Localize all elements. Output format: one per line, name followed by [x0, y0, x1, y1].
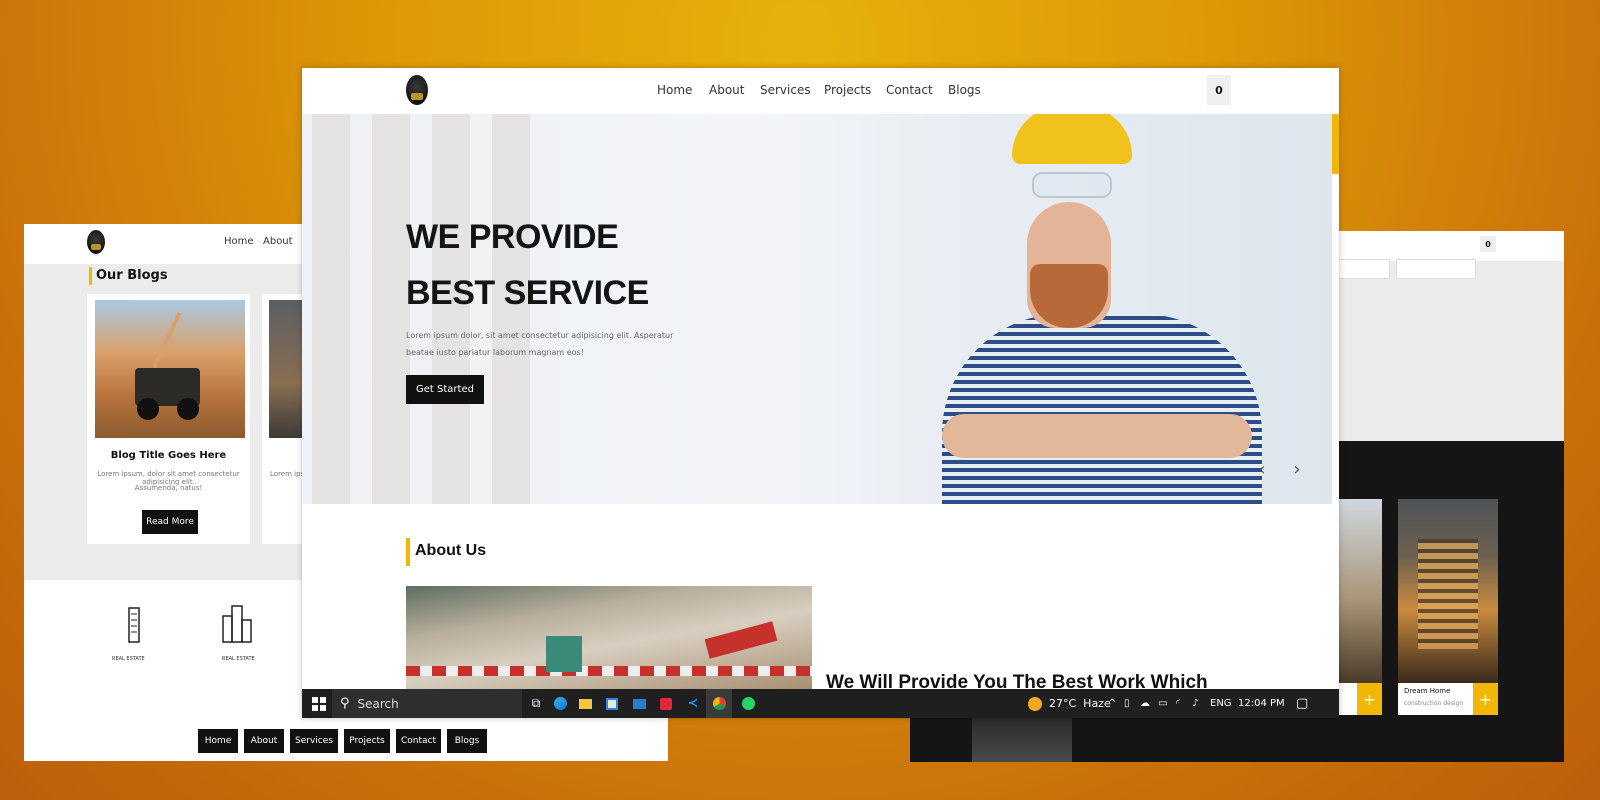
- chevron-right-icon[interactable]: ›: [1282, 454, 1312, 484]
- building-icon: [128, 607, 140, 643]
- partner-logo-city: [219, 602, 255, 652]
- get-started-button[interactable]: Get Started: [406, 375, 484, 404]
- left-nav-about[interactable]: About: [263, 236, 293, 247]
- cloud-icon[interactable]: ☁: [1140, 689, 1150, 718]
- notification-icon[interactable]: ▢: [1296, 689, 1308, 718]
- taskbar-search-box[interactable]: ⚲ Search: [332, 689, 522, 718]
- nav-contact[interactable]: Contact: [886, 83, 933, 97]
- app-red-icon[interactable]: [658, 689, 674, 718]
- nav-services[interactable]: Services: [760, 83, 811, 97]
- footer-nav-home[interactable]: Home: [198, 729, 238, 753]
- blog-card: Blog Title Goes Here Lorem ipsum, dolor …: [87, 294, 250, 544]
- search-icon: ⚲: [340, 696, 350, 711]
- logo-icon[interactable]: [87, 230, 105, 254]
- partner-name: REAL ESTATE: [112, 656, 145, 662]
- battery-icon[interactable]: ▭: [1158, 689, 1167, 718]
- footer-nav-projects[interactable]: Projects: [344, 729, 390, 753]
- mail-icon[interactable]: [631, 689, 647, 718]
- project-caption: Dream Home construction design +: [1398, 683, 1498, 715]
- section-accent-bar: [89, 267, 92, 285]
- nav-blogs[interactable]: Blogs: [948, 83, 981, 97]
- partner-name: REAL ESTATE: [222, 656, 255, 662]
- hero-image-worker: [912, 114, 1262, 504]
- footer-nav-contact[interactable]: Contact: [396, 729, 441, 753]
- file-explorer-icon[interactable]: [577, 689, 593, 718]
- wifi-icon[interactable]: ◜: [1176, 689, 1180, 718]
- device-icon[interactable]: ▯: [1124, 689, 1130, 718]
- main-navbar: Home About Services Projects Contact Blo…: [302, 68, 1339, 114]
- nav-home[interactable]: Home: [657, 83, 692, 97]
- city-icon: [222, 605, 252, 643]
- plus-button[interactable]: +: [1357, 683, 1382, 715]
- hero-title-line1: WE PROVIDE: [406, 218, 619, 256]
- windows-start-icon[interactable]: [308, 689, 330, 718]
- project-image-worker: [972, 718, 1072, 762]
- cart-badge[interactable]: 0: [1207, 75, 1231, 105]
- chevron-left-icon[interactable]: ‹: [1247, 454, 1277, 484]
- service-card: [1396, 259, 1476, 279]
- left-nav-home[interactable]: Home: [224, 236, 254, 247]
- footer-nav-about[interactable]: About: [244, 729, 284, 753]
- whatsapp-icon[interactable]: [740, 689, 756, 718]
- weather-icon[interactable]: [1026, 689, 1044, 718]
- blog-title: Blog Title Goes Here: [110, 450, 227, 461]
- store-icon[interactable]: [604, 689, 620, 718]
- project-subtitle: construction design: [1404, 700, 1464, 707]
- taskbar-clock[interactable]: 12:04 PM: [1238, 689, 1285, 718]
- about-title: About Us: [415, 542, 487, 559]
- edge-icon[interactable]: [552, 689, 568, 718]
- task-view-icon[interactable]: ⧉: [528, 689, 544, 718]
- blogs-title: Our Blogs: [96, 268, 168, 283]
- hero-text-line1: Lorem ipsum dolor, sit amet consectetur …: [406, 331, 674, 340]
- about-accent-bar: [406, 538, 410, 566]
- read-more-button[interactable]: Read More: [142, 510, 198, 534]
- cart-badge[interactable]: 0: [1480, 236, 1496, 252]
- home-page-window: Home About Services Projects Contact Blo…: [302, 68, 1339, 718]
- volume-icon[interactable]: ♪: [1192, 689, 1198, 718]
- hero-accent-strip: [1332, 114, 1339, 174]
- partner-logo-tower: [119, 604, 149, 652]
- blog-text-line2: Assumenda, natus!: [134, 484, 203, 492]
- taskbar-search-label: Search: [357, 696, 399, 711]
- worker-shirt: [942, 314, 1262, 504]
- chrome-icon[interactable]: [706, 689, 732, 718]
- hero-title-line2: BEST SERVICE: [406, 274, 649, 312]
- hero-slider: WE PROVIDE BEST SERVICE Lorem ipsum dolo…: [302, 114, 1332, 504]
- project-title: Dream Home: [1404, 687, 1451, 695]
- taskbar-weather[interactable]: 27°C Haze: [1049, 689, 1111, 718]
- worker-arms: [942, 414, 1252, 458]
- logo-icon[interactable]: [406, 75, 428, 105]
- chevron-up-icon[interactable]: ^: [1108, 689, 1116, 718]
- footer-nav-services[interactable]: Services: [290, 729, 338, 753]
- windows-taskbar: ⚲ Search ⧉ ≺ 27°C Haze ^ ▯ ☁ ▭ ◜ ♪ ENG 1…: [302, 689, 1339, 718]
- nav-projects[interactable]: Projects: [824, 83, 871, 97]
- nav-about[interactable]: About: [709, 83, 744, 97]
- vscode-icon[interactable]: ≺: [685, 689, 701, 718]
- project-image-building: [1398, 499, 1498, 683]
- taskbar-language[interactable]: ENG: [1210, 689, 1232, 718]
- footer-nav-blogs[interactable]: Blogs: [447, 729, 487, 753]
- plus-button[interactable]: +: [1473, 683, 1498, 715]
- about-image-site: [406, 586, 812, 689]
- safety-glasses: [1032, 172, 1112, 198]
- hero-text-line2: beatae iusto pariatur laborum magnam eos…: [406, 348, 584, 357]
- hard-hat: [1012, 114, 1132, 164]
- blog-image-loader: [95, 300, 245, 438]
